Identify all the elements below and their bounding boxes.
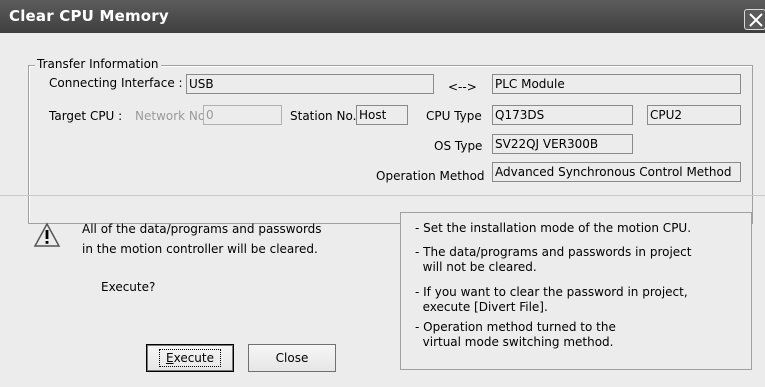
note-operation-method-2: virtual mode switching method. [415,335,614,349]
note-divert-file-2: execute [Divert File]. [415,300,548,314]
connecting-interface-label: Connecting Interface : [49,76,183,90]
execute-mnemonic: E [166,351,174,365]
plc-module-field: PLC Module [492,74,741,94]
window-close-button[interactable] [744,9,765,30]
warning-message-line2: in the motion controller will be cleared… [82,242,318,256]
connecting-interface-field: USB [186,74,434,94]
execute-button-focus: Execute [159,349,221,367]
station-no-label: Station No. [290,109,357,123]
station-no-field: Host [356,105,408,125]
warning-triangle-icon [33,222,61,251]
close-button[interactable]: Close [248,344,336,372]
window-title: Clear CPU Memory [9,7,169,25]
transfer-information-legend: Transfer Information [35,57,161,71]
operation-method-label: Operation Method [376,169,485,183]
note-install-mode: - Set the installation mode of the motio… [415,221,692,235]
note-project-data-1: - The data/programs and passwords in pro… [415,245,692,259]
close-icon [749,13,763,27]
note-operation-method-1: - Operation method turned to the [415,320,616,334]
network-no-label: Network No. [135,109,209,123]
os-type-label: OS Type [434,139,483,153]
warning-message-line1: All of the data/programs and passwords [82,222,322,236]
clear-cpu-memory-dialog: Clear CPU Memory Transfer Information Co… [0,0,765,387]
operation-method-field: Advanced Synchronous Control Method [492,162,741,182]
cpu-type-field: Q173DS [492,105,633,125]
network-no-field: 0 [203,105,282,125]
title-bar[interactable]: Clear CPU Memory [0,0,765,33]
execute-label: xecute [173,351,214,365]
note-project-data-2: will not be cleared. [415,260,537,274]
execute-prompt: Execute? [101,280,156,294]
cpu-type-label: CPU Type [426,109,482,123]
execute-button[interactable]: Execute [146,344,234,372]
cpu-slot-field: CPU2 [647,105,741,125]
section-divider [0,195,765,196]
note-divert-file-1: - If you want to clear the password in p… [415,285,688,299]
direction-arrow: <--> [448,80,477,94]
target-cpu-label: Target CPU : [49,109,123,123]
os-type-field: SV22QJ VER300B [492,134,633,154]
